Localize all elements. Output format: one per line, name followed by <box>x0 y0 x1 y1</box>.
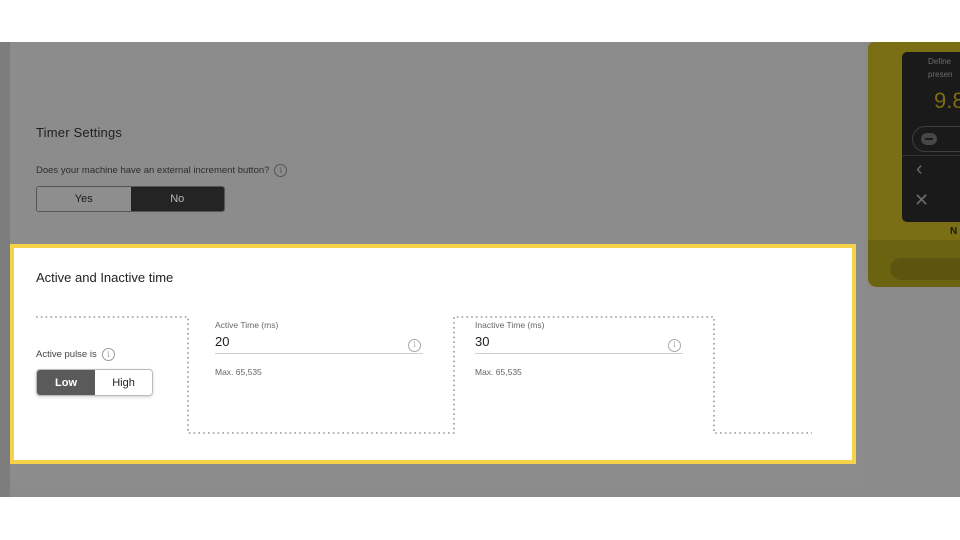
info-icon[interactable]: i <box>274 164 288 177</box>
minus-icon <box>921 133 937 145</box>
external-increment-toggle[interactable]: Yes No <box>36 186 225 212</box>
info-icon[interactable]: i <box>101 348 115 361</box>
inactive-time-underline <box>475 353 683 354</box>
active-time-label: Active Time (ms) <box>215 320 279 330</box>
active-time-info[interactable]: i <box>408 334 421 352</box>
active-time-underline <box>215 353 423 354</box>
inactive-time-help: Max. 65,535 <box>475 367 522 377</box>
device-bottom-text: N <box>950 226 958 237</box>
info-icon[interactable]: i <box>668 338 681 352</box>
device-screen-value: 9.8 <box>934 88 960 113</box>
inactive-time-field[interactable]: Inactive Time (ms) 30 i Max. 65,535 <box>475 320 683 377</box>
left-edge-shade <box>0 42 10 497</box>
device-base <box>868 240 960 287</box>
inactive-time-label: Inactive Time (ms) <box>475 320 545 330</box>
section-title: Active and Inactive time <box>36 270 174 285</box>
active-time-help: Max. 65,535 <box>215 367 262 377</box>
info-icon[interactable]: i <box>408 338 421 352</box>
high-option[interactable]: High <box>95 370 152 395</box>
timer-settings-title: Timer Settings <box>36 125 123 140</box>
device-divider <box>902 155 960 156</box>
active-pulse-toggle[interactable]: Low High <box>36 369 153 396</box>
active-pulse-label-text: Active pulse is <box>36 349 97 360</box>
close-icon: ✕ <box>914 190 930 210</box>
active-time-field[interactable]: Active Time (ms) 20 i Max. 65,535 <box>215 320 423 377</box>
low-option[interactable]: Low <box>37 370 95 395</box>
external-increment-question: Does your machine have an external incre… <box>36 164 288 177</box>
chevron-left-icon: ‹ <box>916 158 923 180</box>
external-increment-question-text: Does your machine have an external incre… <box>36 165 270 176</box>
inactive-time-input[interactable]: 30 <box>475 334 489 349</box>
yes-option[interactable]: Yes <box>37 187 131 211</box>
device-screen-line1: Define <box>928 57 952 66</box>
inactive-time-info[interactable]: i <box>668 334 681 352</box>
device-screen-line2: presen <box>928 70 953 79</box>
active-pulse-label: Active pulse is i <box>36 348 115 361</box>
active-time-input[interactable]: 20 <box>215 334 229 349</box>
no-option[interactable]: No <box>130 187 224 211</box>
